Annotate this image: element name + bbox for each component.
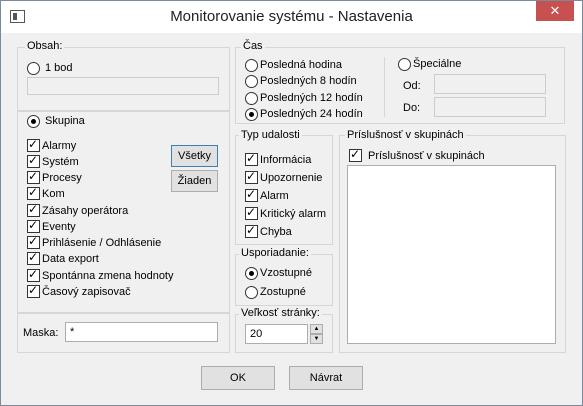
casovy-checkbox[interactable] bbox=[27, 283, 40, 298]
page-size-up-icon[interactable]: ▲ bbox=[310, 324, 323, 334]
system-label: Systém bbox=[42, 156, 79, 168]
membership-list[interactable] bbox=[347, 165, 556, 344]
critical-label: Kritický alarm bbox=[260, 208, 327, 220]
descending-label: Zostupné bbox=[260, 286, 306, 298]
descending-radio[interactable] bbox=[245, 286, 258, 299]
ascending-label: Vzostupné bbox=[260, 267, 312, 279]
special-label: Špeciálne bbox=[413, 58, 462, 70]
from-field bbox=[434, 74, 546, 94]
event-type-label: Typ udalosti bbox=[239, 129, 302, 141]
critical-checkbox[interactable] bbox=[245, 205, 258, 220]
zasahy-checkbox[interactable] bbox=[27, 202, 40, 217]
eventy-label: Eventy bbox=[42, 221, 76, 233]
title-bar: Monitorovanie systému - Nastavenia ✕ bbox=[1, 1, 582, 33]
one-point-radio[interactable] bbox=[27, 62, 40, 75]
settings-dialog: Monitorovanie systému - Nastavenia ✕ Obs… bbox=[0, 0, 583, 406]
from-label: Od: bbox=[403, 80, 421, 92]
select-none-button[interactable]: Žiaden bbox=[171, 170, 218, 192]
alarm-label: Alarm bbox=[260, 190, 289, 202]
info-label: Informácia bbox=[260, 154, 312, 166]
to-label: Do: bbox=[403, 102, 421, 114]
error-checkbox[interactable] bbox=[245, 223, 258, 238]
alarm-checkbox[interactable] bbox=[245, 187, 258, 202]
mask-input[interactable]: * bbox=[65, 322, 218, 342]
spontanna-checkbox[interactable] bbox=[27, 267, 40, 282]
last-12h-radio[interactable] bbox=[245, 92, 258, 105]
membership-checkbox[interactable] bbox=[349, 147, 362, 162]
procesy-checkbox[interactable] bbox=[27, 169, 40, 184]
alarmy-label: Alarmy bbox=[42, 140, 77, 152]
last-24h-label: Posledných 24 hodín bbox=[260, 108, 363, 120]
mask-label: Maska: bbox=[23, 327, 59, 339]
prihlasenie-checkbox[interactable] bbox=[27, 234, 40, 249]
back-button[interactable]: Návrat bbox=[289, 366, 363, 390]
warning-label: Upozornenie bbox=[260, 172, 323, 184]
page-size-label: Veľkosť stránky: bbox=[239, 307, 322, 319]
last-12h-label: Posledných 12 hodín bbox=[260, 92, 363, 104]
special-radio[interactable] bbox=[398, 58, 411, 71]
error-label: Chyba bbox=[260, 226, 292, 238]
prihlasenie-label: Prihlásenie / Odhlásenie bbox=[42, 237, 162, 249]
close-icon[interactable]: ✕ bbox=[536, 1, 574, 21]
ascending-radio[interactable] bbox=[245, 267, 258, 280]
last-hour-label: Posledná hodina bbox=[260, 59, 342, 71]
kom-label: Kom bbox=[42, 188, 65, 200]
obsah-label: Obsah: bbox=[25, 40, 65, 52]
last-24h-radio[interactable] bbox=[245, 108, 258, 121]
membership-checkbox-label: Príslušnosť v skupinách bbox=[368, 150, 485, 162]
casovy-label: Časový zapisovač bbox=[42, 286, 131, 298]
membership-group-label: Príslušnosť v skupinách bbox=[345, 129, 466, 141]
eventy-checkbox[interactable] bbox=[27, 218, 40, 233]
zasahy-label: Zásahy operátora bbox=[42, 205, 129, 217]
last-8h-radio[interactable] bbox=[245, 75, 258, 88]
last-hour-radio[interactable] bbox=[245, 59, 258, 72]
to-field bbox=[434, 97, 546, 117]
time-separator bbox=[384, 57, 385, 117]
warning-checkbox[interactable] bbox=[245, 169, 258, 184]
page-size-input[interactable]: 20 bbox=[245, 324, 308, 344]
last-8h-label: Posledných 8 hodín bbox=[260, 75, 357, 87]
info-checkbox[interactable] bbox=[245, 151, 258, 166]
sort-label: Usporiadanie: bbox=[239, 247, 311, 259]
system-checkbox[interactable] bbox=[27, 153, 40, 168]
one-point-label: 1 bod bbox=[45, 62, 73, 74]
one-point-field bbox=[27, 77, 219, 95]
time-group-label: Čas bbox=[241, 40, 265, 52]
group-radio[interactable] bbox=[27, 115, 40, 128]
group-label: Skupina bbox=[45, 115, 85, 127]
data-export-label: Data export bbox=[42, 253, 99, 265]
procesy-label: Procesy bbox=[42, 172, 82, 184]
window-title: Monitorovanie systému - Nastavenia bbox=[170, 8, 413, 25]
kom-checkbox[interactable] bbox=[27, 185, 40, 200]
page-size-down-icon[interactable]: ▼ bbox=[310, 334, 323, 344]
spontanna-label: Spontánna zmena hodnoty bbox=[42, 270, 174, 282]
alarmy-checkbox[interactable] bbox=[27, 137, 40, 152]
select-all-button[interactable]: Všetky bbox=[171, 145, 218, 167]
ok-button[interactable]: OK bbox=[201, 366, 275, 390]
data-export-checkbox[interactable] bbox=[27, 250, 40, 265]
